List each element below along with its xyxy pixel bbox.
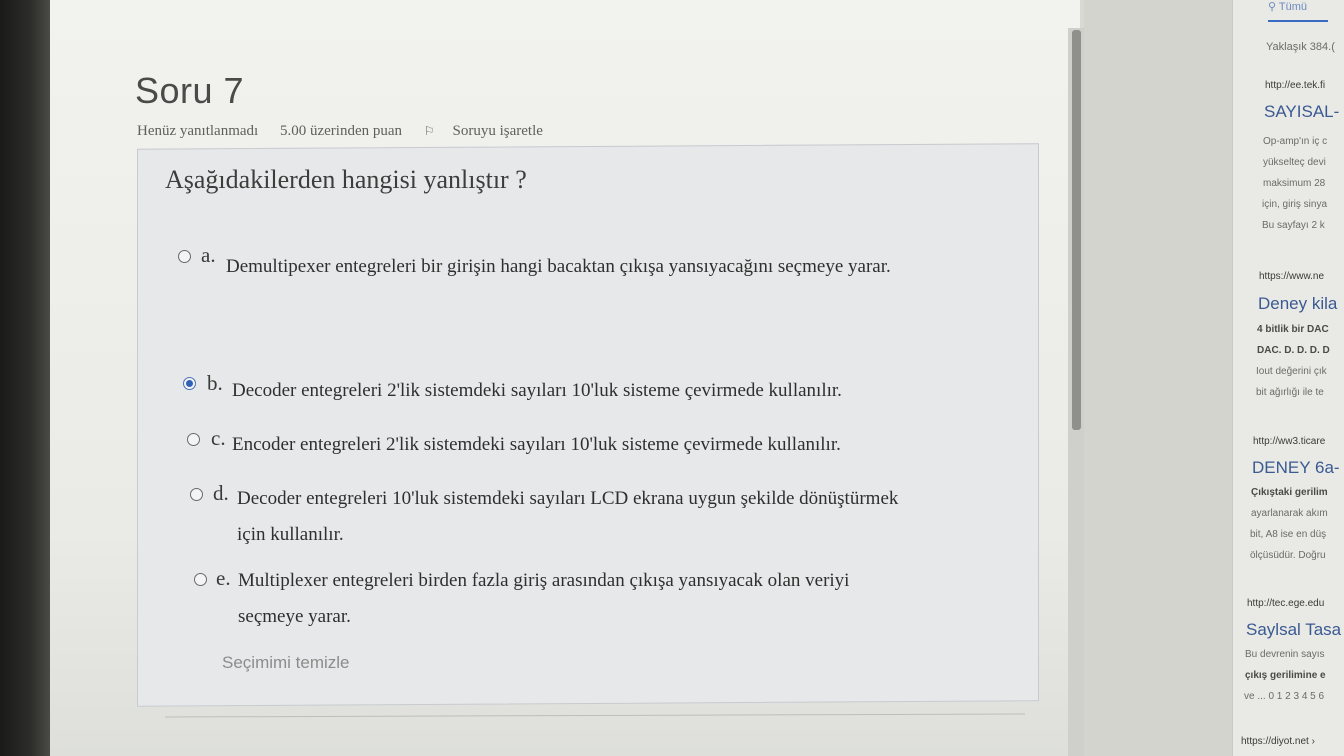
result-snippet: ve ... 0 1 2 3 4 5 6 <box>1244 691 1325 702</box>
flag-question-link[interactable]: ⚐ Soruyu işaretle <box>424 123 561 139</box>
option-text-d-line2: için kullanılır. <box>237 524 344 545</box>
result-snippet: maksimum 28 <box>1263 178 1326 189</box>
monitor-bezel <box>0 0 50 756</box>
result-snippet: için, giriş sinya <box>1262 199 1328 210</box>
result-url[interactable]: https://diyot.net › <box>1241 736 1315 747</box>
question-points: 5.00 üzerinden puan <box>279 123 403 139</box>
option-text-a: Demultipexer entegreleri bir girişin han… <box>226 256 891 277</box>
option-text-c: Encoder entegreleri 2'lik sistemdeki say… <box>232 434 841 455</box>
radio-option-a[interactable] <box>178 250 191 263</box>
result-url[interactable]: http://ww3.ticare <box>1253 436 1325 447</box>
result-snippet: Op-amp'ın iç c <box>1263 136 1328 147</box>
result-snippet: Bu sayfayı 2 k <box>1262 220 1325 231</box>
result-snippet: bit ağırlığı ile te <box>1256 387 1324 398</box>
result-title[interactable]: Deney kila <box>1258 294 1337 314</box>
option-text-b: Decoder entegreleri 2'lik sistemdeki say… <box>232 380 842 401</box>
question-number: Soru 7 <box>135 70 245 111</box>
result-snippet: Çıkıştaki gerilim <box>1251 487 1328 498</box>
result-snippet: ölçüsüdür. Doğru <box>1250 550 1326 561</box>
result-snippet: Bu devrenin sayıs <box>1245 649 1325 660</box>
search-tab-all[interactable]: ⚲ Tümü <box>1268 0 1307 13</box>
result-snippet: DAC. D. D. D. D <box>1257 345 1330 356</box>
result-url[interactable]: http://tec.ege.edu <box>1247 598 1324 609</box>
option-letter-e: e. <box>216 566 231 590</box>
flag-label: Soruyu işaretle <box>452 123 543 139</box>
question-info: Henüz yanıtlanmadı 5.00 üzerinden puan ⚐… <box>137 123 579 140</box>
search-icon: ⚲ <box>1268 1 1277 13</box>
radio-option-c[interactable] <box>187 433 200 446</box>
scrollbar-thumb[interactable] <box>1072 30 1081 430</box>
answer-status: Henüz yanıtlanmadı <box>137 123 259 139</box>
result-url[interactable]: http://ee.tek.fi <box>1265 80 1325 91</box>
result-snippet: çıkış gerilimine e <box>1245 670 1326 681</box>
result-snippet: yükselteç devi <box>1263 157 1326 168</box>
radio-option-d[interactable] <box>190 488 203 501</box>
search-tab-label: Tümü <box>1278 1 1308 13</box>
clear-selection-link[interactable]: Seçimimi temizle <box>222 653 350 673</box>
result-snippet: bit, A8 ise en düş <box>1250 529 1327 540</box>
option-text-d-line1: Decoder entegreleri 10'luk sistemdeki sa… <box>237 488 899 509</box>
result-snippet: Iout değerini çık <box>1256 366 1327 377</box>
window-gap <box>1084 0 1232 756</box>
result-title[interactable]: SAYISAL- <box>1264 102 1339 122</box>
radio-option-b[interactable] <box>183 377 196 390</box>
option-letter-c: c. <box>211 426 226 450</box>
result-snippet: 4 bitlik bir DAC <box>1257 324 1329 335</box>
active-tab-indicator <box>1268 20 1328 22</box>
option-text-e-line1: Multiplexer entegreleri birden fazla gir… <box>238 570 850 591</box>
option-letter-d: d. <box>213 481 229 505</box>
flag-icon: ⚐ <box>423 124 435 138</box>
result-url[interactable]: https://www.ne <box>1259 271 1324 282</box>
option-letter-a: a. <box>201 243 216 267</box>
option-text-e-line2: seçmeye yarar. <box>238 606 351 627</box>
radio-option-e[interactable] <box>194 573 207 586</box>
result-count: Yaklaşık 384.( <box>1266 41 1335 53</box>
option-letter-b: b. <box>207 371 223 395</box>
result-snippet: ayarlanarak akım <box>1251 508 1328 519</box>
result-title[interactable]: DENEY 6a- <box>1252 458 1340 478</box>
result-title[interactable]: Saylsal Tasa <box>1246 620 1341 640</box>
question-prompt: Aşağıdakilerden hangisi yanlıştır ? <box>165 165 527 194</box>
